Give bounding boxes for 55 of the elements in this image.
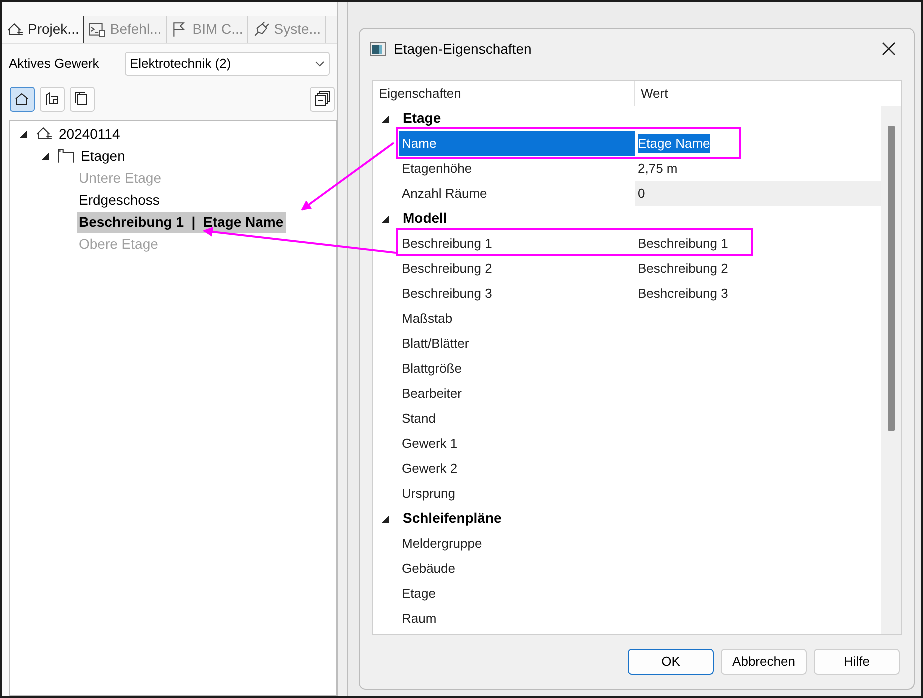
- window-title: Etagen-Eigenschaften: [394, 40, 533, 59]
- panel-tab[interactable]: Projek...: [2, 16, 84, 43]
- column-header[interactable]: Wert: [635, 81, 901, 106]
- property-value: 2,75 m: [638, 160, 678, 178]
- property-name[interactable]: Ursprung: [399, 481, 635, 506]
- house-icon: [6, 20, 24, 38]
- property-value: Beschreibung 2: [638, 260, 728, 278]
- category-label: Etage: [403, 109, 442, 128]
- property-name[interactable]: Anzahl Räume: [399, 181, 635, 206]
- tree-item[interactable]: Etagen: [79, 146, 128, 166]
- property-name[interactable]: Blattgröße: [399, 356, 635, 381]
- property-name[interactable]: Gebäude: [399, 556, 635, 581]
- category-label: Schleifenpläne: [403, 509, 502, 528]
- dialog-button[interactable]: Hilfe: [814, 649, 900, 675]
- dialog-button[interactable]: OK: [628, 649, 714, 675]
- property-value: Beschreibung 1: [638, 234, 728, 253]
- property-name[interactable]: Beschreibung 2: [399, 256, 635, 281]
- value-input[interactable]: Etage Name: [638, 134, 710, 154]
- column-header[interactable]: Eigenschaften: [373, 81, 635, 106]
- property-name[interactable]: Stand: [399, 406, 635, 431]
- floor-plan-icon: [44, 91, 61, 108]
- trade-dropdown[interactable]: Elektrotechnik (2): [125, 52, 330, 76]
- floor-icon: [57, 147, 75, 165]
- tree-item[interactable]: 20240114: [57, 124, 122, 144]
- scrollbar-thumb[interactable]: [888, 126, 894, 431]
- chevron-down-icon: [315, 61, 325, 67]
- view-button[interactable]: [40, 87, 65, 112]
- property-value: Beshcreibung 3: [638, 284, 728, 303]
- property-value: 0: [638, 184, 646, 203]
- property-name[interactable]: Gewerk 2: [399, 456, 635, 481]
- property-name[interactable]: Etagenhöhe: [399, 156, 635, 181]
- collapse-all-button[interactable]: [310, 87, 335, 112]
- property-name[interactable]: Maßstab: [399, 306, 635, 331]
- tree-item[interactable]: Beschreibung 1 | Etage Name: [77, 212, 286, 232]
- scrollbar[interactable]: [881, 106, 901, 634]
- field-label: Aktives Gewerk: [9, 55, 100, 74]
- collapse-all-icon: [314, 91, 331, 108]
- category-label: Modell: [403, 209, 448, 228]
- property-name[interactable]: Gewerk 1: [399, 431, 635, 456]
- view-button[interactable]: [10, 87, 35, 112]
- property-name[interactable]: Raum: [399, 606, 635, 631]
- property-name[interactable]: Beschreibung 3: [399, 281, 635, 306]
- property-name[interactable]: Beschreibung 1: [399, 231, 635, 256]
- house-icon: [14, 91, 31, 108]
- property-name[interactable]: Meldergruppe: [399, 531, 635, 556]
- terminal-icon: [88, 20, 106, 38]
- property-name[interactable]: Etage: [399, 581, 635, 606]
- window-icon: [370, 42, 386, 56]
- close-icon: [882, 42, 896, 56]
- property-name[interactable]: Bearbeiter: [399, 381, 635, 406]
- tree-item[interactable]: Erdgeschoss: [77, 190, 162, 210]
- property-name[interactable]: Name: [399, 131, 635, 156]
- property-name[interactable]: Blatt/Blätter: [399, 331, 635, 356]
- view-button[interactable]: [70, 87, 95, 112]
- dialog-button[interactable]: Abbrechen: [721, 649, 807, 675]
